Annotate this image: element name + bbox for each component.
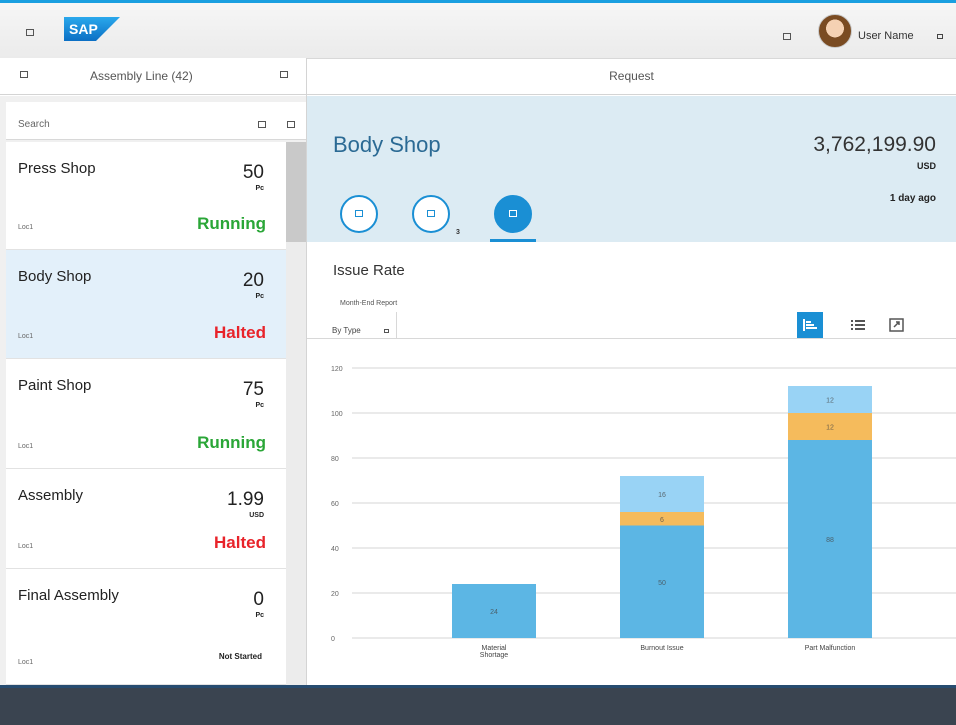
- item-status: Halted: [214, 533, 266, 552]
- toolbar-bottom-border: [307, 338, 956, 339]
- list-scrollbar[interactable]: [286, 142, 306, 685]
- toolbar-separator: [396, 312, 397, 338]
- data-label: 12: [826, 398, 834, 405]
- item-title: Final Assembly: [18, 587, 119, 604]
- data-label: 12: [826, 425, 834, 432]
- chart-panel: Issue Rate Month-End Report By Type 0 20…: [307, 242, 956, 685]
- item-unit: USD: [249, 512, 264, 519]
- list-item[interactable]: Assembly 1.99 USD Loc1 Halted: [6, 469, 286, 569]
- item-list: Press Shop 50 Pc Loc1 Running Body Shop 20 Pc Lo…: [6, 142, 286, 685]
- y-tick-label: 100: [331, 411, 343, 418]
- table-view-button[interactable]: [845, 312, 871, 338]
- object-amount: 3,762,199.90: [813, 133, 936, 156]
- item-number: 75: [242, 379, 264, 400]
- item-title: Press Shop: [18, 160, 96, 177]
- user-name[interactable]: User Name: [858, 30, 914, 42]
- shell-bar: SAP User Name: [0, 3, 956, 59]
- item-unit: Pc: [255, 402, 264, 409]
- search-icon[interactable]: [258, 121, 266, 128]
- footer-bar: [0, 685, 956, 725]
- x-tick-label: Part Malfunction: [805, 645, 856, 652]
- item-number: 0: [253, 589, 264, 610]
- scrollbar-thumb[interactable]: [286, 142, 306, 242]
- refresh-icon[interactable]: [287, 121, 295, 128]
- sap-logo: SAP: [64, 17, 120, 41]
- master-header-action-icon[interactable]: [280, 71, 288, 78]
- object-currency: USD: [916, 161, 936, 171]
- data-label: 24: [490, 609, 498, 616]
- item-title: Body Shop: [18, 268, 92, 285]
- y-tick-label: 120: [331, 366, 343, 373]
- nav-back-icon[interactable]: [20, 71, 28, 78]
- detail-header: Request: [307, 58, 956, 95]
- item-status: Running: [197, 214, 266, 233]
- search-field[interactable]: Search: [6, 102, 306, 140]
- master-pane: Search Press Shop 50 Pc Loc1 Running Body Sho…: [0, 96, 306, 685]
- master-header: Assembly Line (42): [0, 58, 306, 95]
- filter-select[interactable]: By Type: [332, 326, 361, 335]
- fullscreen-button[interactable]: [884, 312, 910, 338]
- y-tick-label: 20: [331, 591, 339, 598]
- item-status: Not Started: [218, 652, 262, 661]
- item-number: 50: [242, 162, 264, 183]
- chart-view-button[interactable]: [797, 312, 823, 338]
- item-location: Loc1: [18, 659, 34, 666]
- attachment-icon: [427, 210, 435, 217]
- list-item[interactable]: Body Shop 20 Pc Loc1 Halted: [6, 250, 286, 359]
- x-tick-label: Shortage: [480, 652, 509, 659]
- item-status: Halted: [214, 323, 266, 342]
- detail-header-title: Request: [609, 69, 654, 83]
- object-title: Body Shop: [333, 132, 441, 157]
- item-status: Running: [197, 433, 266, 452]
- data-label: 6: [660, 517, 664, 524]
- data-label: 16: [658, 492, 666, 499]
- tab-chart[interactable]: [494, 195, 532, 233]
- item-title: Assembly: [18, 487, 84, 504]
- tab-attachments-count: 3: [456, 229, 460, 236]
- item-number: 20: [242, 270, 264, 291]
- master-title: Assembly Line (42): [90, 69, 193, 83]
- issue-rate-chart: 0 20 40 60 80 100 120 24 MaterialShortage 50 6 16 Bu…: [331, 366, 956, 659]
- x-tick-label: Material: [482, 645, 507, 652]
- data-label: 50: [658, 580, 666, 587]
- y-tick-label: 40: [331, 546, 339, 553]
- menu-icon[interactable]: [26, 29, 34, 36]
- chart-subtitle: Month-End Report: [340, 300, 398, 307]
- object-header: Body Shop 3,762,199.90 USD 1 day ago 3: [307, 96, 956, 242]
- user-avatar[interactable]: [818, 14, 852, 48]
- data-label: 88: [826, 537, 834, 544]
- chart-title: Issue Rate: [333, 262, 405, 279]
- bar-chart-icon: [509, 210, 517, 217]
- item-location: Loc1: [18, 543, 34, 550]
- tab-attachments[interactable]: [412, 195, 450, 233]
- info-icon: [355, 210, 363, 217]
- svg-text:SAP: SAP: [69, 21, 98, 37]
- item-unit: Pc: [255, 612, 264, 619]
- list-item[interactable]: Final Assembly 0 Pc Loc1 Not Started: [6, 569, 286, 685]
- y-tick-label: 80: [331, 456, 339, 463]
- filter-dropdown-icon[interactable]: [384, 329, 389, 333]
- user-dropdown-icon[interactable]: [937, 34, 943, 39]
- notification-icon[interactable]: [783, 33, 791, 40]
- object-date: 1 day ago: [889, 193, 936, 204]
- list-item[interactable]: Paint Shop 75 Pc Loc1 Running: [6, 359, 286, 469]
- detail-pane: Body Shop 3,762,199.90 USD 1 day ago 3 I…: [307, 96, 956, 685]
- item-location: Loc1: [18, 333, 34, 340]
- y-tick-label: 0: [331, 636, 335, 643]
- item-location: Loc1: [18, 443, 34, 450]
- list-item[interactable]: Press Shop 50 Pc Loc1 Running: [6, 142, 286, 250]
- item-title: Paint Shop: [18, 377, 92, 394]
- y-tick-label: 60: [331, 501, 339, 508]
- x-tick-label: Burnout Issue: [640, 645, 683, 652]
- item-unit: Pc: [255, 185, 264, 192]
- item-unit: Pc: [255, 293, 264, 300]
- tab-info[interactable]: [340, 195, 378, 233]
- fullscreen-icon: [889, 318, 904, 332]
- bar-chart-icon: [803, 319, 817, 331]
- item-location: Loc1: [18, 224, 34, 231]
- item-number: 1.99: [227, 489, 264, 510]
- search-input[interactable]: Search: [18, 119, 50, 130]
- list-icon: [851, 320, 865, 330]
